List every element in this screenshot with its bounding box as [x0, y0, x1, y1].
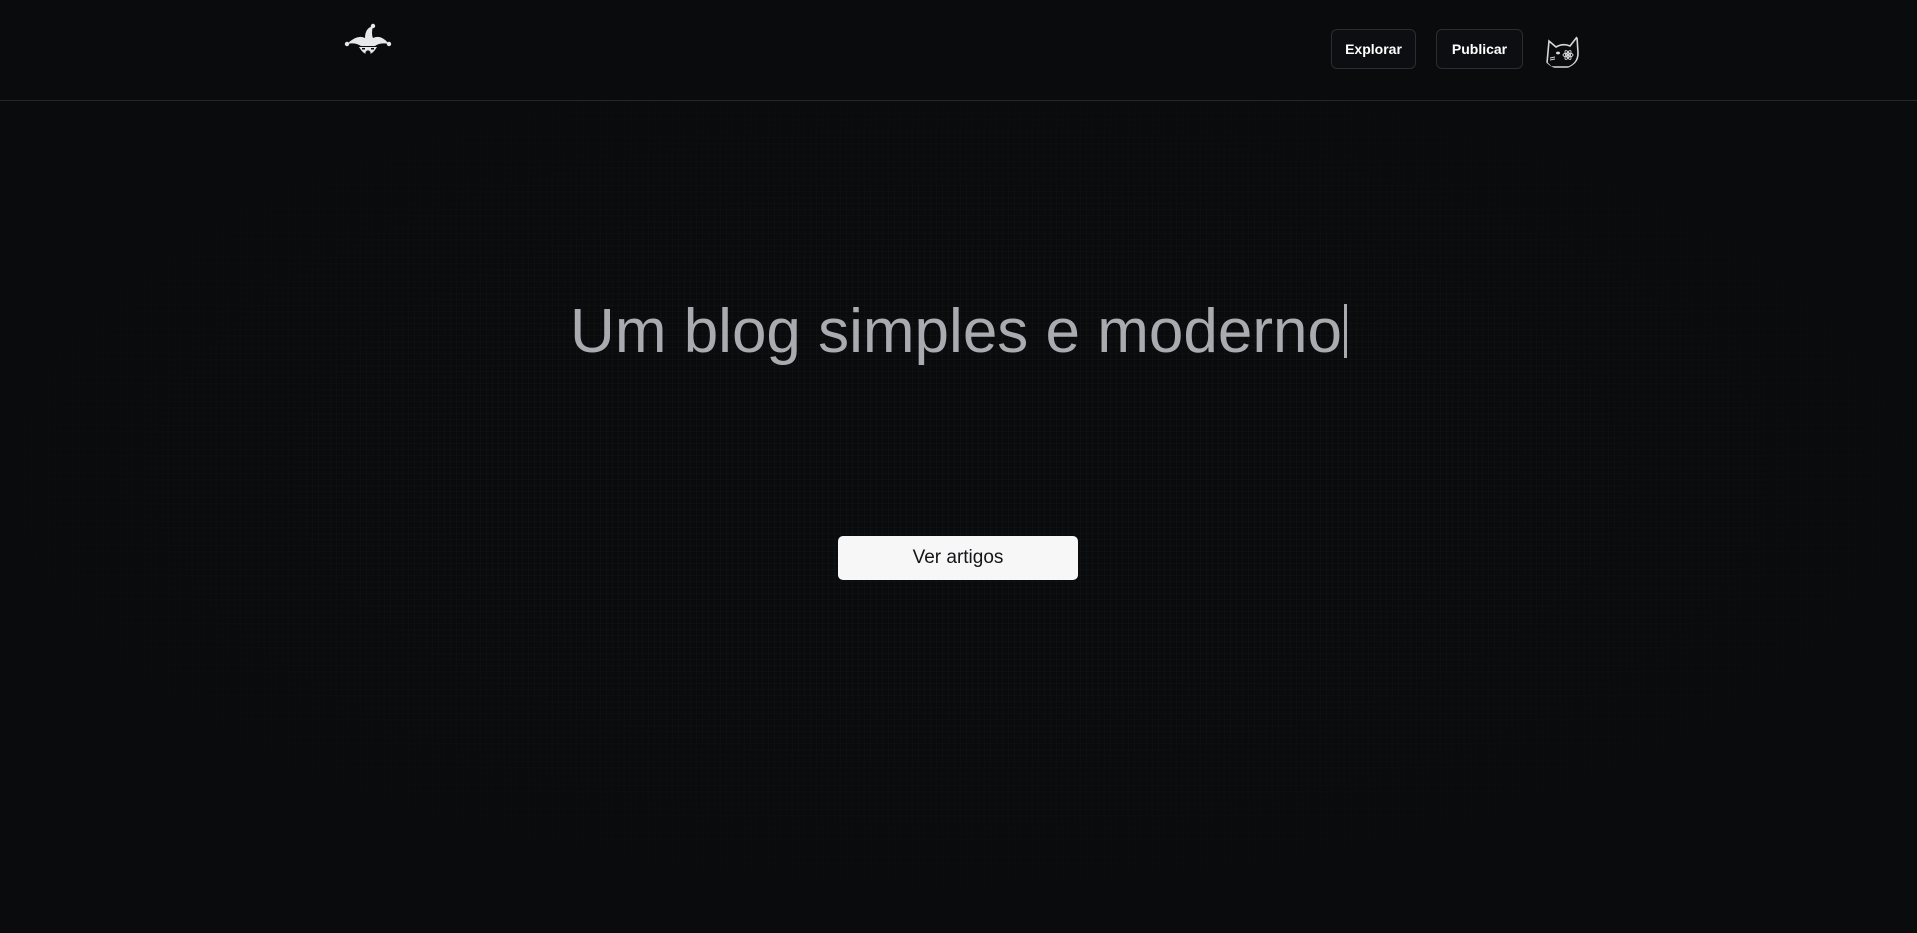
- view-articles-button[interactable]: Ver artigos: [838, 536, 1078, 580]
- view-articles-button-label: Ver artigos: [912, 547, 1004, 568]
- background-grid: [0, 101, 1917, 933]
- publish-button-label: Publicar: [1451, 41, 1508, 57]
- hero-title-text: Um blog simples e moderno: [570, 297, 1342, 366]
- hero-title: Um blog simples e moderno: [0, 292, 1917, 372]
- user-avatar[interactable]: [1541, 29, 1581, 69]
- cat-avatar-icon: [1541, 29, 1581, 69]
- jester-hat-logo-icon[interactable]: [343, 22, 393, 70]
- explore-button[interactable]: Explorar: [1331, 29, 1416, 69]
- explore-button-label: Explorar: [1345, 41, 1402, 57]
- typing-caret: [1343, 304, 1347, 358]
- top-navbar: Explorar Publicar: [0, 0, 1917, 101]
- publish-button[interactable]: Publicar: [1436, 29, 1523, 69]
- page: Explorar Publicar Um blog simples e mode…: [0, 0, 1917, 933]
